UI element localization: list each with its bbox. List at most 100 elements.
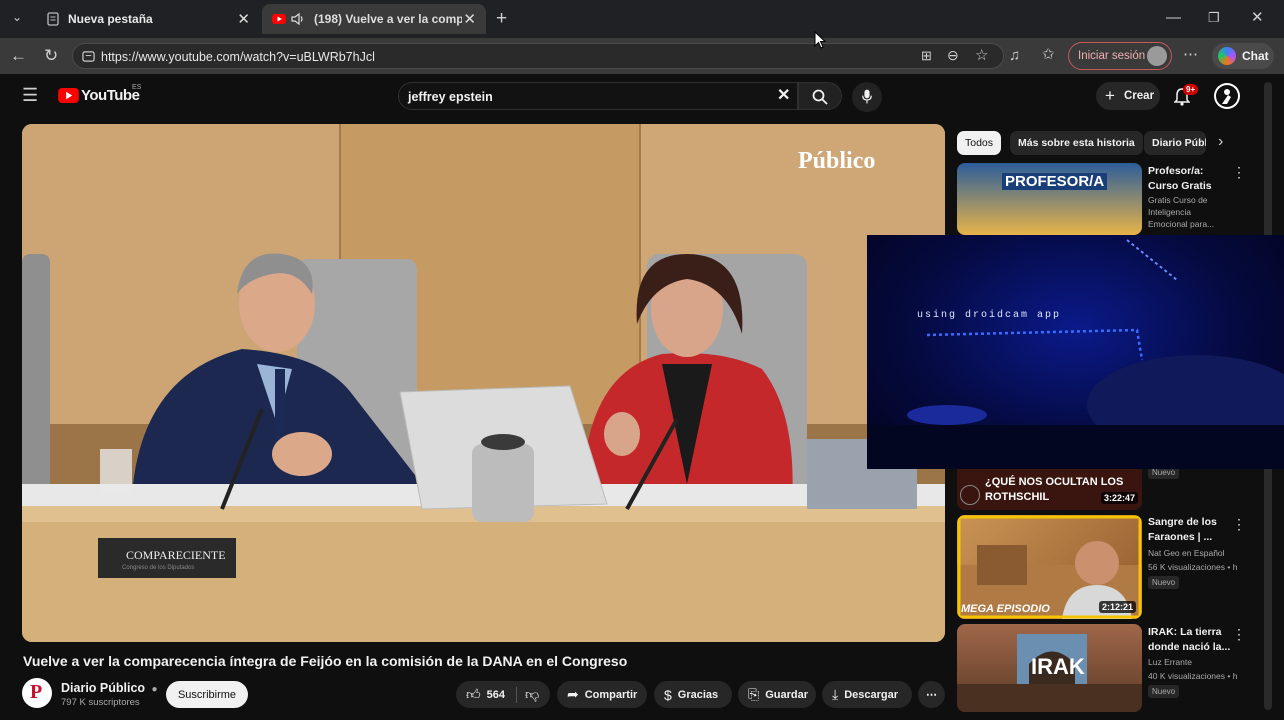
hamburger-menu-icon[interactable]: ☰ [22, 86, 38, 104]
verified-icon: ● [151, 684, 158, 695]
minimize-icon[interactable]: — [1166, 10, 1181, 25]
download-label: Descargar [844, 688, 899, 701]
nameplate-sub: Congreso de los Diputados [122, 565, 195, 571]
new-badge: Nuevo [1148, 576, 1180, 589]
dislike-icon[interactable]: 👎︎ [525, 686, 539, 703]
webcam-frame [867, 239, 1284, 469]
sign-in-button[interactable]: Iniciar sesión [1068, 42, 1172, 70]
subscribe-button[interactable]: Suscribirme [166, 681, 248, 708]
address-bar[interactable]: https://www.youtube.com/watch?v=uBLWRb7h… [72, 43, 1004, 69]
notifications-button[interactable]: 9+ [1172, 84, 1200, 110]
speaker-icon[interactable] [290, 11, 306, 27]
channel-name[interactable]: Luz Errante [1148, 657, 1192, 667]
tab-label: Nueva pestaña [68, 12, 153, 26]
address-toolbar: ← ↻ https://www.youtube.com/watch?v=uBLW… [0, 38, 1284, 74]
chevron-right-icon[interactable]: › [1218, 134, 1223, 150]
app-available-icon[interactable]: ⊞ [921, 49, 932, 62]
video-duration: 2:12:21 [1098, 601, 1136, 613]
browser-tab-bar: ⌄ Nueva pestaña ✕ (198) Vuelve a ver la … [0, 0, 1284, 38]
url-text: https://www.youtube.com/watch?v=uBLWRb7h… [101, 50, 375, 64]
search-button[interactable] [798, 82, 842, 110]
subscriber-count: 797 K suscriptores [61, 697, 140, 708]
video-player[interactable]: COMPARECIENTE Congreso de los Diputados … [22, 124, 945, 642]
save-button[interactable]: ⎘ Guardar [738, 681, 816, 708]
more-menu-icon[interactable]: ⋯ [1183, 47, 1198, 62]
clear-search-icon[interactable]: ✕ [777, 88, 790, 104]
tab-label: (198) Vuelve a ver la compare [314, 12, 462, 26]
recommended-title[interactable]: Sangre de los Faraones | ... [1148, 515, 1236, 545]
voice-search-button[interactable] [852, 82, 882, 112]
recommended-thumbnail[interactable]: ¿QUÉ NOS OCULTAN LOS ROTHSCHIL 3:22:47 [957, 462, 1142, 510]
download-button[interactable]: ⤓ Descargar [822, 681, 912, 708]
recommended-thumbnail[interactable]: MEGA EPISODIO 2:12:21 [957, 515, 1142, 619]
plus-icon: + [1105, 86, 1115, 105]
site-info-icon[interactable] [82, 50, 95, 63]
share-label: Compartir [584, 688, 638, 701]
recommended-title[interactable]: Profesor/a: Curso Gratis [1148, 164, 1236, 194]
maximize-icon[interactable]: ❐ [1208, 11, 1220, 24]
bookmark-icon: ⎘ [748, 686, 760, 702]
more-actions-button[interactable]: ⋯ [918, 681, 945, 708]
thumb-text: PROFESOR/A [1002, 173, 1108, 190]
new-tab-icon[interactable]: + [496, 9, 507, 28]
zoom-icon[interactable]: ⊖ [947, 48, 959, 62]
webcam-overlay[interactable]: using droidcam app [867, 235, 1284, 469]
mouse-cursor-icon [814, 31, 826, 49]
favorite-star-icon[interactable]: ☆ [975, 48, 988, 63]
recommended-thumbnail[interactable]: IRAK [957, 624, 1142, 712]
youtube-header: ☰ YouTube ES jeffrey epstein ✕ + Crear 9… [0, 74, 1284, 118]
more-vertical-icon[interactable]: ⋮ [1232, 516, 1246, 533]
download-icon: ⤓ [832, 686, 839, 702]
channel-name-text: Diario Público [61, 681, 146, 695]
copilot-chat-button[interactable]: Chat [1212, 43, 1274, 69]
new-badge: Nuevo [1148, 685, 1180, 698]
chip-all[interactable]: Todos [957, 131, 1002, 155]
publico-watermark: Público [798, 148, 876, 174]
channel-name[interactable]: Diario Público ● [61, 681, 158, 695]
youtube-logo[interactable]: YouTube ES [58, 84, 148, 107]
tab-new-tab[interactable]: Nueva pestaña ✕ [36, 4, 260, 34]
ad-description: Gratis Curso de Inteligencia Emocional p… [1148, 195, 1215, 229]
chip-channel[interactable]: Diario Públ [1144, 131, 1206, 155]
more-horizontal-icon: ⋯ [926, 689, 937, 701]
search-input[interactable]: jeffrey epstein ✕ [398, 82, 798, 110]
tab-youtube-video[interactable]: (198) Vuelve a ver la compare ✕ [262, 4, 486, 34]
more-vertical-icon[interactable]: ⋮ [1232, 164, 1246, 181]
profile-avatar-icon [1147, 46, 1167, 66]
recommended-title[interactable]: IRAK: La tierra donde nació la... [1148, 625, 1236, 655]
more-vertical-icon[interactable]: ⋮ [1232, 626, 1246, 643]
profile-icon [1216, 85, 1238, 107]
nameplate-text: COMPARECIENTE [126, 548, 226, 562]
youtube-icon [272, 14, 286, 24]
tab-actions-icon[interactable]: ⌄ [12, 11, 22, 23]
favorites-icon[interactable]: ✩ [1042, 47, 1055, 62]
like-icon[interactable]: 👍︎ [466, 686, 481, 703]
like-count[interactable]: 564 [487, 689, 505, 701]
sign-in-label: Iniciar sesión [1078, 50, 1146, 62]
webcam-caption: using droidcam app [917, 310, 1062, 321]
close-icon[interactable]: ✕ [237, 10, 250, 28]
thanks-button[interactable]: $ Gracias [654, 681, 732, 708]
chip-more-story[interactable]: Más sobre esta historia [1010, 131, 1143, 155]
back-icon[interactable]: ← [10, 47, 27, 64]
channel-icon [960, 485, 980, 505]
create-label: Crear [1124, 90, 1155, 102]
video-duration: 3:22:47 [1100, 492, 1138, 504]
video-title: Vuelve a ver la comparecencia íntegra de… [23, 653, 628, 669]
channel-name[interactable]: Nat Geo en Español [1148, 548, 1225, 558]
media-control-icon[interactable]: ♫ [1009, 48, 1020, 63]
share-button[interactable]: ➦ Compartir [557, 681, 647, 708]
reload-icon[interactable]: ↻ [44, 47, 58, 64]
create-button[interactable]: + Crear [1096, 82, 1160, 110]
recommended-thumbnail[interactable]: PROFESOR/A [957, 163, 1142, 235]
account-avatar[interactable] [1214, 83, 1240, 109]
microphone-icon [862, 89, 872, 104]
like-dislike-group: 👍︎ 564 👎︎ [456, 681, 550, 708]
view-count: 56 K visualizaciones • h [1148, 562, 1238, 572]
close-icon[interactable]: ✕ [463, 10, 476, 28]
window-close-icon[interactable]: ✕ [1251, 10, 1264, 25]
search-value: jeffrey epstein [408, 90, 493, 104]
divider [516, 686, 517, 703]
channel-avatar[interactable] [22, 678, 52, 708]
youtube-logo-text: YouTube [81, 87, 140, 104]
